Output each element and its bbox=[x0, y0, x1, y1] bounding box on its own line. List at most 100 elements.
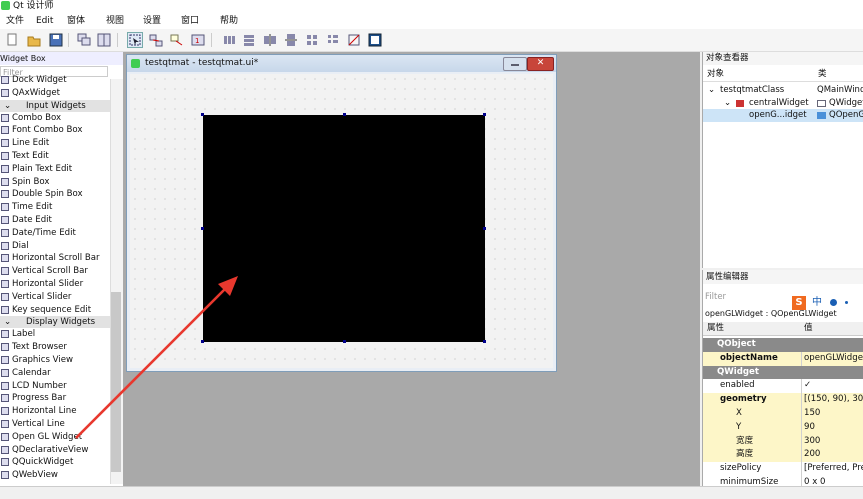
property-value[interactable]: 150 bbox=[804, 407, 820, 421]
widget-item[interactable]: Calendar bbox=[0, 367, 110, 380]
property-section[interactable]: QObject bbox=[703, 338, 863, 352]
opengl-widget[interactable] bbox=[201, 113, 486, 343]
widget-type-icon bbox=[1, 113, 9, 122]
widget-item[interactable]: Time Edit bbox=[0, 201, 110, 214]
widget-item[interactable]: Vertical Slider bbox=[0, 291, 110, 304]
property-row[interactable]: X 150 bbox=[703, 407, 863, 421]
property-row[interactable]: minimumSize 0 x 0 bbox=[703, 476, 863, 486]
resize-handle[interactable] bbox=[201, 340, 204, 343]
minimize-button[interactable] bbox=[503, 57, 527, 71]
widget-item[interactable]: Progress Bar bbox=[0, 392, 110, 405]
property-value[interactable]: [Preferred, Preferred, 0, 0] bbox=[804, 462, 863, 476]
adjust-size-icon[interactable] bbox=[367, 32, 383, 48]
widget-item[interactable]: QQuickWidget bbox=[0, 456, 110, 469]
widget-item[interactable]: Vertical Scroll Bar bbox=[0, 265, 110, 278]
widget-label: Text Edit bbox=[12, 151, 49, 161]
widget-item[interactable]: Text Browser bbox=[0, 341, 110, 354]
edit-buddies-icon[interactable] bbox=[169, 32, 185, 48]
widget-item[interactable]: Graphics View bbox=[0, 354, 110, 367]
resize-handle[interactable] bbox=[483, 340, 486, 343]
category-input-widgets[interactable]: ⌄ Input Widgets bbox=[0, 99, 110, 112]
widget-item[interactable]: Dock Widget bbox=[0, 74, 110, 87]
widget-item[interactable]: Date/Time Edit bbox=[0, 227, 110, 240]
menu-settings[interactable]: 设置 bbox=[143, 13, 161, 29]
resize-handle[interactable] bbox=[343, 113, 346, 116]
widget-item[interactable]: Key sequence Edit bbox=[0, 304, 110, 317]
widget-item[interactable]: QWebView bbox=[0, 469, 110, 482]
property-filter-input[interactable]: Filter bbox=[705, 291, 785, 303]
property-row[interactable]: geometry [(150, 90), 300 x 200] bbox=[703, 393, 863, 407]
save-icon[interactable] bbox=[48, 32, 64, 48]
property-value[interactable]: openGLWidget bbox=[804, 352, 863, 366]
property-value[interactable]: 90 bbox=[804, 421, 815, 435]
qt-logo-icon bbox=[1, 1, 10, 10]
ime-moon-icon[interactable] bbox=[830, 299, 837, 306]
break-layout-icon[interactable] bbox=[346, 32, 362, 48]
menu-file[interactable]: 文件 bbox=[6, 13, 24, 29]
resize-handle[interactable] bbox=[483, 113, 486, 116]
menu-form[interactable]: 窗体 bbox=[67, 13, 85, 29]
resize-handle[interactable] bbox=[201, 113, 204, 116]
property-row[interactable]: 宽度 300 bbox=[703, 434, 863, 449]
property-value[interactable]: [(150, 90), 300 x 200] bbox=[804, 393, 863, 407]
property-value[interactable]: 300 bbox=[804, 435, 820, 449]
widget-item[interactable]: Line Edit bbox=[0, 137, 110, 150]
widget-item[interactable]: Horizontal Line bbox=[0, 405, 110, 418]
cascade-icon[interactable] bbox=[76, 32, 92, 48]
resize-handle[interactable] bbox=[343, 340, 346, 343]
edit-widgets-icon[interactable] bbox=[127, 32, 143, 48]
tree-row[interactable]: ⌄ testqtmatClass QMainWindow bbox=[703, 84, 863, 97]
layout-form-icon[interactable] bbox=[325, 32, 341, 48]
property-row[interactable]: Y 90 bbox=[703, 420, 863, 435]
layout-splitter-h-icon[interactable] bbox=[262, 32, 278, 48]
property-row[interactable]: enabled ✓ bbox=[703, 379, 863, 394]
property-value[interactable]: 200 bbox=[804, 448, 820, 462]
edit-signals-icon[interactable] bbox=[148, 32, 164, 48]
tree-row-selected[interactable]: openG...idget QOpenGLWidget bbox=[703, 109, 863, 122]
widget-item[interactable]: QAxWidget bbox=[0, 87, 110, 100]
property-row[interactable]: 高度 200 bbox=[703, 448, 863, 463]
widget-label: QAxWidget bbox=[12, 87, 60, 98]
property-section[interactable]: QWidget bbox=[703, 365, 863, 380]
widget-item[interactable]: Horizontal Scroll Bar bbox=[0, 252, 110, 265]
widget-item[interactable]: Text Edit bbox=[0, 150, 110, 163]
resize-handle[interactable] bbox=[201, 227, 204, 230]
widget-item[interactable]: LCD Number bbox=[0, 380, 110, 393]
widget-item[interactable]: Double Spin Box bbox=[0, 188, 110, 201]
layout-vertical-icon[interactable] bbox=[241, 32, 257, 48]
layout-grid-icon[interactable] bbox=[304, 32, 320, 48]
ime-punct-icon[interactable] bbox=[845, 301, 848, 304]
tree-row[interactable]: ⌄ centralWidget QWidget bbox=[703, 97, 863, 110]
widget-item[interactable]: Vertical Line bbox=[0, 418, 110, 431]
layout-splitter-v-icon[interactable] bbox=[283, 32, 299, 48]
object-inspector-panel: 对象查看器 对象 类 ⌄ testqtmatClass QMainWindow … bbox=[702, 52, 863, 268]
menu-view[interactable]: 视图 bbox=[106, 13, 124, 29]
widget-item[interactable]: Horizontal Slider bbox=[0, 278, 110, 291]
category-display-widgets[interactable]: ⌄ Display Widgets bbox=[0, 316, 110, 329]
widget-item[interactable]: QDeclarativeView bbox=[0, 444, 110, 457]
open-folder-icon[interactable] bbox=[26, 32, 42, 48]
form-window-titlebar[interactable]: testqtmat - testqtmat.ui* ✕ bbox=[127, 55, 556, 72]
tile-icon[interactable] bbox=[96, 32, 112, 48]
widget-item[interactable]: Spin Box bbox=[0, 176, 110, 189]
property-value[interactable]: 0 x 0 bbox=[804, 476, 825, 486]
widget-item[interactable]: Date Edit bbox=[0, 214, 110, 227]
property-row[interactable]: objectName openGLWidget bbox=[703, 351, 863, 366]
property-row[interactable]: sizePolicy [Preferred, Preferred, 0, 0] bbox=[703, 462, 863, 476]
widget-item[interactable]: Label bbox=[0, 328, 110, 341]
widget-item[interactable]: Plain Text Edit bbox=[0, 163, 110, 176]
close-button[interactable]: ✕ bbox=[527, 57, 554, 71]
new-file-icon[interactable] bbox=[4, 32, 20, 48]
widget-item[interactable]: Open GL Widget bbox=[0, 431, 110, 444]
widget-item[interactable]: Dial bbox=[0, 240, 110, 253]
widget-item[interactable]: Font Combo Box bbox=[0, 124, 110, 137]
resize-handle[interactable] bbox=[483, 227, 486, 230]
layout-horizontal-icon[interactable] bbox=[221, 32, 237, 48]
menu-help[interactable]: 帮助 bbox=[220, 13, 238, 29]
widget-box-scroll-thumb[interactable] bbox=[111, 292, 121, 472]
edit-tab-order-icon[interactable]: 1 bbox=[190, 32, 206, 48]
menu-edit[interactable]: Edit bbox=[36, 13, 53, 29]
widget-item[interactable]: Combo Box bbox=[0, 112, 110, 125]
enabled-checkbox[interactable]: ✓ bbox=[804, 379, 811, 393]
menu-window[interactable]: 窗口 bbox=[181, 13, 199, 29]
